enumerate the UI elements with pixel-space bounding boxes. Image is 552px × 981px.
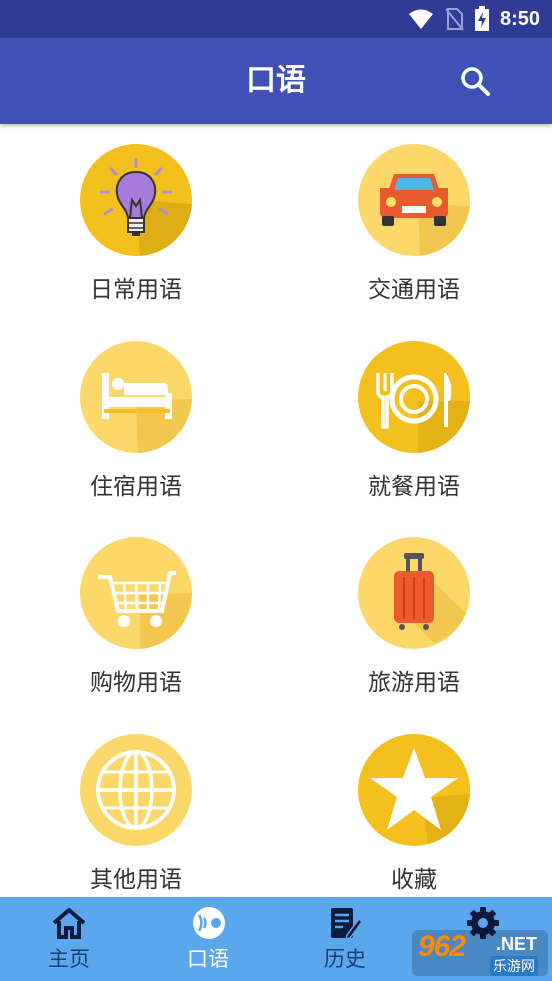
- category-favorites[interactable]: 收藏: [294, 714, 534, 904]
- dining-icon: [358, 341, 470, 453]
- nav-label: 主页: [48, 947, 90, 971]
- category-daily[interactable]: 日常用语: [16, 124, 256, 314]
- watermark-sub: 乐游网: [490, 956, 538, 976]
- category-other[interactable]: 其他用语: [16, 714, 256, 904]
- search-icon: [461, 67, 490, 96]
- search-button[interactable]: [458, 64, 494, 100]
- category-label: 购物用语: [90, 670, 182, 696]
- category-label: 就餐用语: [368, 474, 460, 500]
- category-lodging[interactable]: 住宿用语: [16, 321, 256, 511]
- watermark-logo: 962 .NET 乐游网: [412, 930, 548, 976]
- status-time: 8:50: [499, 7, 540, 30]
- status-icons: 8:50: [408, 0, 540, 38]
- category-shopping[interactable]: 购物用语: [16, 517, 256, 707]
- globe-icon: [80, 734, 192, 846]
- category-label: 收藏: [391, 867, 437, 893]
- status-bar: 8:50: [0, 0, 552, 38]
- watermark-number: 962: [418, 930, 466, 963]
- category-transport[interactable]: 交通用语: [294, 124, 534, 314]
- category-dining[interactable]: 就餐用语: [294, 321, 534, 511]
- app-bar: 口语: [0, 38, 552, 124]
- battery-charging-icon: [474, 6, 489, 31]
- category-label: 旅游用语: [368, 670, 460, 696]
- nav-speech[interactable]: 口语: [153, 897, 263, 981]
- suitcase-icon: [358, 537, 470, 649]
- nav-label: 口语: [187, 947, 229, 971]
- shopping-cart-icon: [80, 537, 192, 649]
- bed-icon: [80, 341, 192, 453]
- nav-home[interactable]: 主页: [14, 897, 124, 981]
- category-label: 交通用语: [368, 277, 460, 303]
- speech-icon: [193, 907, 225, 939]
- history-icon: [331, 908, 363, 941]
- car-icon: [358, 144, 470, 256]
- category-label: 日常用语: [90, 277, 182, 303]
- category-travel[interactable]: 旅游用语: [294, 517, 534, 707]
- lightbulb-icon: [80, 144, 192, 256]
- wifi-icon: [408, 9, 433, 29]
- category-label: 其他用语: [90, 867, 182, 893]
- nav-history[interactable]: 历史: [290, 897, 400, 981]
- category-label: 住宿用语: [90, 474, 182, 500]
- category-grid: 日常用语 交通用语 住宿用语 就餐用语 购物用语 旅游用语 其他用语 收藏: [0, 124, 552, 897]
- watermark-suffix: .NET: [496, 934, 538, 954]
- no-sim-icon: [445, 8, 464, 31]
- star-icon: [358, 734, 470, 846]
- nav-label: 历史: [324, 947, 366, 971]
- home-icon: [52, 908, 86, 939]
